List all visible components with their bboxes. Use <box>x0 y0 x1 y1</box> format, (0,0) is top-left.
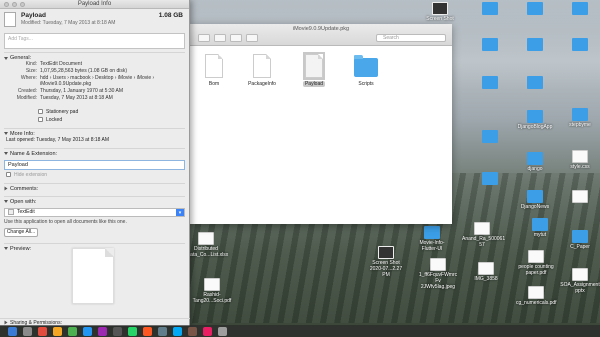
app-dock-icon[interactable] <box>53 326 62 336</box>
created-row: Created: Thursday, 1 January 1970 at 5:30… <box>17 88 124 95</box>
desktop-icon-c-paper[interactable]: C_Paper <box>560 230 600 250</box>
desktop-icon-anand[interactable]: Anand_Ra_500061 57 <box>462 222 505 248</box>
desktop-folder-10[interactable] <box>470 172 510 186</box>
app-dock-icon[interactable] <box>188 326 197 336</box>
change-all-button[interactable]: Change All... <box>4 227 38 237</box>
app-dock-icon[interactable] <box>38 326 47 336</box>
more-info-section-toggle[interactable]: More Info: <box>4 127 185 137</box>
disclosure-triangle-icon <box>4 152 8 156</box>
app-dock-icon[interactable] <box>83 326 92 336</box>
open-with-section-toggle[interactable]: Open with: <box>4 195 185 205</box>
chevron-down-icon: ▾ <box>176 208 184 216</box>
finder-toolbar <box>198 34 258 42</box>
modified-date: Modified: Tuesday, 7 May 2013 at 8:18 AM <box>21 20 116 26</box>
desktop-icon-cg-numericals[interactable]: cg_numericals.pdf <box>516 286 557 306</box>
disclosure-triangle-icon <box>4 132 8 136</box>
desktop-icon-distributed-xlsx[interactable]: Distributed ...ata_Co...List.xlsx <box>186 232 228 258</box>
desktop-folder-2[interactable] <box>515 2 555 16</box>
locked-checkbox[interactable]: Locked <box>4 116 185 124</box>
app-dock-icon[interactable] <box>203 326 212 336</box>
open-with-note: Use this application to open all documen… <box>4 218 127 225</box>
desktop-icon-soa-assignment[interactable]: SOA_Assignment pptx <box>560 268 600 294</box>
desktop-folder-5[interactable] <box>515 38 555 52</box>
info-titlebar[interactable]: Payload Info <box>0 0 189 9</box>
file-packageinfo[interactable]: PackageInfo <box>242 54 282 87</box>
disclosure-triangle-icon <box>4 320 8 325</box>
name-extension-section-toggle[interactable]: Name & Extension: <box>4 147 185 157</box>
document-icon <box>4 12 16 27</box>
desktop-icon-django[interactable]: django <box>515 152 555 172</box>
app-dock-icon[interactable] <box>158 326 167 336</box>
info-window[interactable]: Payload Info Payload Modified: Tuesday, … <box>0 0 190 326</box>
desktop-icon-djangonews[interactable]: DjangoNews <box>515 190 555 210</box>
document-icon <box>253 54 271 78</box>
desktop-icon-screenshot-top[interactable]: Screen Shot <box>420 2 460 22</box>
comments-section-toggle[interactable]: Comments: <box>4 182 185 192</box>
document-icon <box>303 52 325 80</box>
desktop-folder-1[interactable] <box>470 2 510 16</box>
open-with-select[interactable]: TextEdit ▾ <box>4 207 185 217</box>
modified-row: Modified: Tuesday, 7 May 2013 at 8:18 AM <box>16 94 113 101</box>
general-section-toggle[interactable]: General: <box>4 52 185 61</box>
file-payload[interactable]: Payload <box>294 52 334 87</box>
desktop-folder-7[interactable] <box>470 76 510 90</box>
textedit-icon <box>8 209 14 216</box>
app-dock-icon[interactable] <box>143 326 152 336</box>
finder-titlebar[interactable]: iMovie9.0.9Update.pkg Search <box>190 24 452 46</box>
desktop-icon-mytut[interactable]: mytut <box>520 218 560 238</box>
hide-extension-checkbox[interactable]: Hide extension <box>0 170 189 180</box>
where-row: Where: hdd › Users › macbook › Desktop › … <box>20 74 155 88</box>
desktop-icon-img-3858[interactable]: IMG_3858 <box>466 262 506 282</box>
search-input[interactable]: Search <box>376 34 446 42</box>
desktop-folder-4[interactable] <box>470 38 510 52</box>
info-header: Payload Modified: Tuesday, 7 May 2013 at… <box>0 9 189 33</box>
app-dock-icon[interactable] <box>68 326 77 336</box>
stationery-pad-checkbox[interactable]: Stationery pad <box>4 108 185 116</box>
desktop-icon-movie-info-flutter[interactable]: Movie-Info-Flutter-UI <box>412 226 452 252</box>
whatsapp-dock-icon[interactable] <box>128 326 137 336</box>
preview-document-image <box>72 248 114 304</box>
size-row: Size: 1,07,95,28,563 bytes (1.08 GB on di… <box>25 67 127 74</box>
desktop-icon-style-css[interactable]: style.css <box>560 150 600 170</box>
arrange-button[interactable] <box>214 34 226 42</box>
launchpad-dock-icon[interactable] <box>23 326 32 336</box>
desktop-folder-11[interactable] <box>560 190 600 204</box>
file-bom[interactable]: Bom <box>194 54 234 87</box>
file-size: 1.08 GB <box>158 12 183 19</box>
dock <box>0 325 600 337</box>
desktop-folder-8[interactable] <box>515 76 555 90</box>
finder-title: iMovie9.0.9Update.pkg <box>292 26 350 32</box>
disclosure-triangle-icon <box>4 247 8 251</box>
disclosure-triangle-icon <box>4 186 8 191</box>
folder-scripts[interactable]: Scripts <box>346 54 386 87</box>
action-button[interactable] <box>230 34 242 42</box>
disclosure-triangle-icon <box>4 200 8 204</box>
trash-dock-icon[interactable] <box>218 326 227 336</box>
desktop-icon-stepbyme[interactable]: stepbyme <box>560 108 600 128</box>
finder-window[interactable]: iMovie9.0.9Update.pkg Search Bom Package… <box>190 24 452 224</box>
view-icons-button[interactable] <box>198 34 210 42</box>
kind-row: Kind: TextEdit Document <box>25 61 82 67</box>
desktop-icon-rashid-pdf[interactable]: Rashid-Tang20...Soci.pdf <box>192 278 232 304</box>
app-dock-icon[interactable] <box>98 326 107 336</box>
disclosure-triangle-icon <box>4 56 8 60</box>
terminal-dock-icon[interactable] <box>113 326 122 336</box>
desktop-folder-9[interactable] <box>470 130 510 144</box>
last-opened: Last opened: Tuesday, 7 May 2013 at 8:18… <box>6 136 110 143</box>
desktop-folder-3[interactable] <box>560 2 600 16</box>
desktop-icon-jpeg[interactable]: 1_ff6FquvFWmrc Fv 2JWfv5lag.jpeg <box>418 258 458 290</box>
share-button[interactable] <box>246 34 258 42</box>
desktop-icon-screenshot-1[interactable]: Screen Shot 2020-07...2.27 PM <box>366 246 406 278</box>
desktop-icon-djangoblogapp[interactable]: DjangoBlogApp <box>515 110 555 130</box>
desktop-icon-people-counting-paper[interactable]: people counting paper.pdf <box>516 250 556 276</box>
document-icon <box>205 54 223 78</box>
finder-dock-icon[interactable] <box>8 326 17 336</box>
app-dock-icon[interactable] <box>173 326 182 336</box>
file-name: Payload <box>21 12 46 19</box>
desktop-folder-6[interactable] <box>560 38 600 52</box>
tags-input[interactable]: Add Tags... <box>4 33 185 49</box>
window-title: Payload Info <box>77 1 112 7</box>
name-extension-input[interactable]: Payload <box>4 159 185 170</box>
folder-icon <box>354 55 378 77</box>
